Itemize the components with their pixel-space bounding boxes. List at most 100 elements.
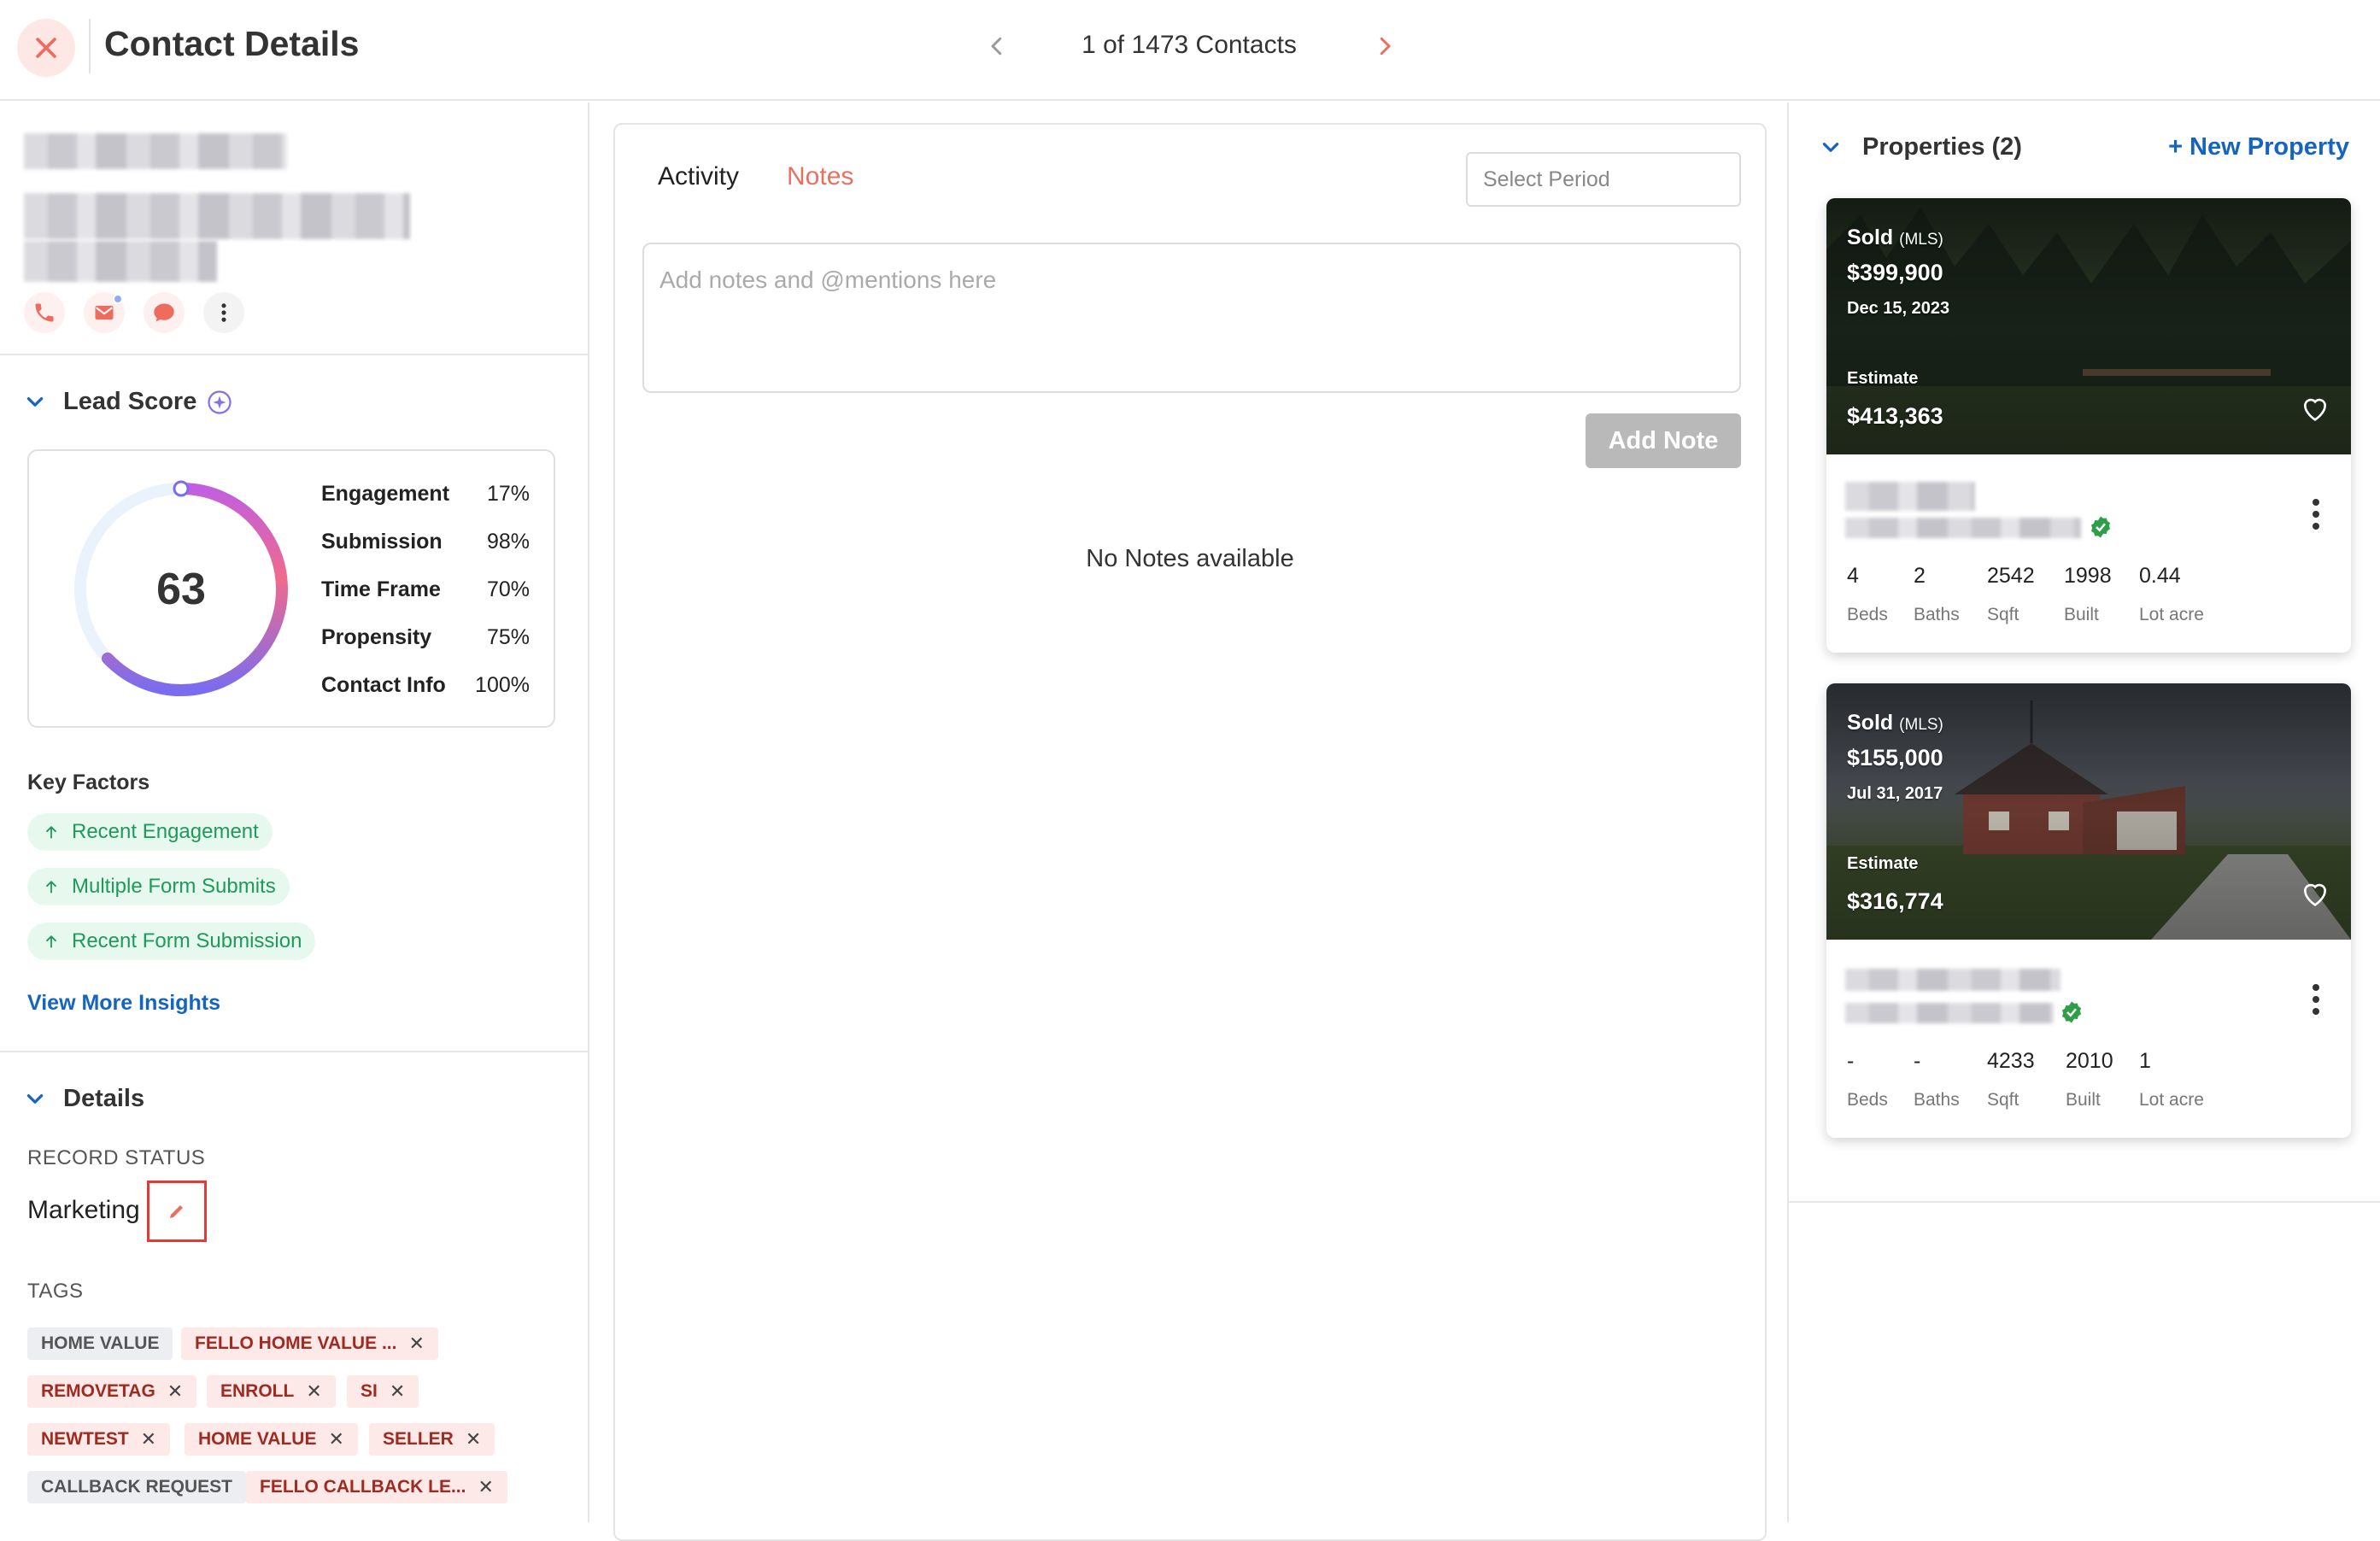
tag-label: CALLBACK REQUEST [41,1477,232,1497]
redacted-address-line [1845,482,1975,511]
stat-built-value: 1998 [2064,564,2112,588]
metric-label: Submission [321,530,443,554]
previous-contact-button[interactable] [984,31,1010,66]
property-more-icon[interactable] [2310,497,2322,531]
properties-header[interactable]: Properties (2) [1820,133,2022,161]
stat-sqft-value: 2542 [1987,564,2035,588]
next-contact-button[interactable] [1372,31,1398,66]
key-factor-label: Multiple Form Submits [72,875,276,898]
remove-tag-icon[interactable]: ✕ [328,1428,343,1450]
call-button[interactable] [24,292,65,333]
redacted-address-line [1845,969,2061,991]
remove-tag-icon[interactable]: ✕ [306,1380,321,1403]
property-photo: Sold (MLS) $155,000 Jul 31, 2017 Estimat… [1826,683,2351,940]
property-status: Sold (MLS) [1847,226,1943,250]
arrow-up-icon [46,881,56,894]
stat-sqft-label: Sqft [1987,1090,2019,1110]
property-sold-date: Jul 31, 2017 [1847,784,1943,803]
empty-notes-message: No Notes available [1086,545,1294,572]
view-more-insights-link[interactable]: View More Insights [27,991,220,1016]
edit-record-status-button[interactable] [147,1181,207,1242]
metric-engagement: Engagement 17% [321,482,530,507]
property-estimate: $413,363 [1847,403,1943,429]
property-card[interactable]: Sold (MLS) $155,000 Jul 31, 2017 Estimat… [1826,683,2351,1138]
redacted-contact-name [24,133,287,169]
remove-tag-icon[interactable]: ✕ [408,1333,424,1355]
new-property-button[interactable]: + New Property [2168,133,2349,161]
remove-tag-icon[interactable]: ✕ [167,1380,183,1403]
activity-tabs: Activity Notes [658,162,853,191]
verified-badge-icon [2091,516,2110,538]
chevron-down-icon [26,396,44,407]
email-button[interactable] [84,292,125,333]
tab-notes[interactable]: Notes [787,162,853,191]
mail-icon [95,305,114,320]
details-header[interactable]: Details [24,1085,144,1113]
metric-value: 70% [486,577,530,601]
metric-propensity: Propensity 75% [321,625,530,650]
properties-title: Properties (2) [1862,133,2022,161]
remove-tag-icon[interactable]: ✕ [466,1428,481,1450]
metric-label: Engagement [321,482,450,506]
stat-beds-value: 4 [1847,564,1859,588]
stat-baths-value: - [1914,1049,1921,1073]
close-icon [36,38,56,58]
property-card[interactable]: Sold (MLS) $399,900 Dec 15, 2023 Estimat… [1826,198,2351,653]
lead-score-card: 63 Engagement 17% Submission 98% Time Fram… [27,449,555,728]
tag-label: FELLO HOME VALUE ... [195,1333,397,1353]
key-factor-chip: Multiple Form Submits [27,868,290,905]
notes-input[interactable]: Add notes and @mentions here [642,243,1741,393]
stat-lot-value: 1 [2139,1049,2151,1073]
stat-sqft-label: Sqft [1987,605,2019,624]
close-button[interactable] [17,19,75,77]
contact-counter: 1 of 1473 Contacts [1082,31,1297,59]
phone-icon [35,303,54,322]
select-period-dropdown[interactable]: Select Period [1466,152,1741,207]
metric-value: 98% [486,530,530,554]
metric-submission: Submission 98% [321,530,530,554]
redacted-address-city [1845,1003,2054,1023]
add-note-button[interactable]: Add Note [1586,413,1741,468]
status-label: Sold [1847,711,1894,735]
key-factor-label: Recent Engagement [72,820,259,843]
tab-activity[interactable]: Activity [658,162,739,191]
favorite-heart-icon[interactable] [2298,391,2332,425]
metric-label: Propensity [321,625,432,649]
chevron-down-icon [1822,142,1839,152]
arrow-up-icon [46,935,56,948]
record-status-label: RECORD STATUS [27,1146,206,1169]
tag-chip: NEWTEST ✕ [27,1423,171,1456]
redacted-address-city [1845,518,2081,538]
stat-beds-label: Beds [1847,605,1888,624]
redacted-contact-phone [24,241,217,282]
header: Contact Details 1 of 1473 Contacts [0,0,2380,101]
property-more-icon[interactable] [2310,982,2322,1017]
activity-panel: Activity Notes Select Period Add notes a… [613,123,1767,1541]
key-factors-title: Key Factors [27,770,150,794]
section-divider [0,1051,589,1052]
tag-label: REMOVETAG [41,1381,155,1401]
metric-time-frame: Time Frame 70% [321,577,530,602]
tag-label: SI [361,1381,378,1401]
property-photo: Sold (MLS) $399,900 Dec 15, 2023 Estimat… [1826,198,2351,454]
tag-chip: SI ✕ [347,1375,419,1408]
properties-panel: Properties (2) + New Property Sold (MLS)… [1787,103,2380,1522]
key-factor-chip: Recent Form Submission [27,923,316,960]
lead-score-header[interactable]: Lead Score [24,388,232,416]
remove-tag-icon[interactable]: ✕ [141,1428,156,1450]
remove-tag-icon[interactable]: ✕ [478,1476,493,1498]
pencil-icon [170,1205,183,1218]
tag-label: SELLER [383,1429,454,1449]
message-button[interactable] [144,292,185,333]
stat-built-label: Built [2066,1090,2101,1110]
favorite-heart-icon[interactable] [2298,876,2332,911]
remove-tag-icon[interactable]: ✕ [390,1380,405,1403]
section-divider [0,354,589,355]
metric-value: 100% [475,673,530,697]
property-price: $399,900 [1847,260,1943,285]
sparkle-icon [208,390,232,414]
more-actions-button[interactable] [203,292,244,333]
header-divider [89,19,91,73]
property-sold-date: Dec 15, 2023 [1847,299,1950,318]
estimate-label: Estimate [1847,854,1919,873]
